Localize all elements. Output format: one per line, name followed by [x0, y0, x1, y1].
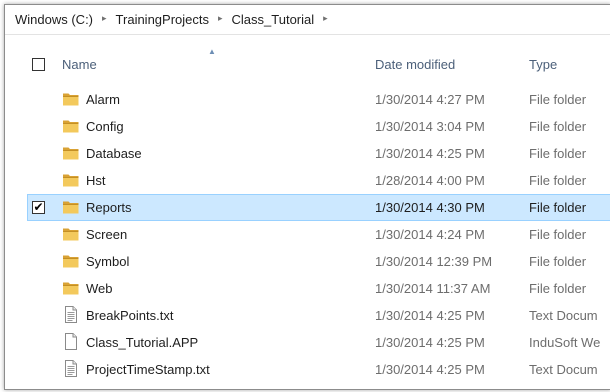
folder-icon	[62, 90, 80, 107]
file-date-modified: 1/30/2014 12:39 PM	[375, 254, 493, 269]
file-name: Class_Tutorial.APP	[86, 335, 199, 350]
file-row[interactable]: Database 1/30/2014 4:25 PM File folder	[5, 140, 610, 167]
breadcrumb-item-class-tutorial[interactable]: Class_Tutorial	[232, 12, 315, 27]
file-row[interactable]: BreakPoints.txt 1/30/2014 4:25 PM Text Doc…	[5, 302, 610, 329]
file-name: Config	[86, 119, 124, 134]
file-type: Text Docum	[529, 308, 598, 323]
file-type: Text Docum	[529, 362, 598, 377]
breadcrumb[interactable]: Windows (C:) ▸ TrainingProjects ▸ Class_…	[5, 5, 610, 35]
file-date-modified: 1/30/2014 4:25 PM	[375, 308, 485, 323]
blank-file-icon	[62, 333, 80, 350]
file-name: ProjectTimeStamp.txt	[86, 362, 210, 377]
breadcrumb-chevron-icon[interactable]: ▸	[218, 13, 223, 24]
file-row[interactable]: Web 1/30/2014 11:37 AM File folder	[5, 275, 610, 302]
breadcrumb-chevron-icon[interactable]: ▸	[102, 13, 107, 24]
file-date-modified: 1/30/2014 4:25 PM	[375, 362, 485, 377]
folder-icon	[62, 225, 80, 242]
file-date-modified: 1/30/2014 4:25 PM	[375, 146, 485, 161]
column-header-name[interactable]: Name	[62, 57, 97, 72]
file-type: File folder	[529, 92, 587, 107]
file-row[interactable]: Screen 1/30/2014 4:24 PM File folder	[5, 221, 610, 248]
file-type: File folder	[529, 146, 587, 161]
file-row[interactable]: ✔ Reports 1/30/2014 4:30 PM File folder	[27, 194, 610, 221]
folder-icon	[62, 117, 80, 134]
folder-icon	[62, 279, 80, 296]
select-all-checkbox[interactable]	[32, 58, 45, 71]
breadcrumb-chevron-icon[interactable]: ▸	[323, 13, 328, 24]
file-type: InduSoft We	[529, 335, 601, 350]
file-row[interactable]: Alarm 1/30/2014 4:27 PM File folder	[5, 86, 610, 113]
folder-icon	[62, 144, 80, 161]
file-name: BreakPoints.txt	[86, 308, 174, 323]
file-date-modified: 1/28/2014 4:00 PM	[375, 173, 485, 188]
file-type: File folder	[529, 281, 587, 296]
file-type: File folder	[529, 254, 587, 269]
file-date-modified: 1/30/2014 4:25 PM	[375, 335, 485, 350]
file-date-modified: 1/30/2014 3:04 PM	[375, 119, 485, 134]
text-document-icon	[62, 306, 80, 323]
file-name: Web	[86, 281, 113, 296]
file-name: Reports	[86, 200, 132, 215]
file-date-modified: 1/30/2014 4:24 PM	[375, 227, 485, 242]
explorer-window: Windows (C:) ▸ TrainingProjects ▸ Class_…	[4, 4, 610, 390]
file-type: File folder	[529, 173, 587, 188]
breadcrumb-item-trainingprojects[interactable]: TrainingProjects	[116, 12, 209, 27]
file-type: File folder	[529, 200, 587, 215]
file-row[interactable]: Hst 1/28/2014 4:00 PM File folder	[5, 167, 610, 194]
file-name: Database	[86, 146, 142, 161]
text-document-icon	[62, 360, 80, 377]
file-name: Alarm	[86, 92, 120, 107]
row-checkbox[interactable]: ✔	[32, 201, 45, 214]
file-name: Screen	[86, 227, 128, 242]
folder-icon	[62, 171, 80, 188]
file-list: Alarm 1/30/2014 4:27 PM File folder Config 1…	[5, 86, 610, 383]
column-header-type[interactable]: Type	[529, 57, 557, 72]
file-date-modified: 1/30/2014 11:37 AM	[375, 281, 491, 296]
column-header-date-modified[interactable]: Date modified	[375, 57, 455, 72]
file-date-modified: 1/30/2014 4:27 PM	[375, 92, 485, 107]
file-row[interactable]: Config 1/30/2014 3:04 PM File folder	[5, 113, 610, 140]
file-name: Hst	[86, 173, 106, 188]
file-row[interactable]: Symbol 1/30/2014 12:39 PM File folder	[5, 248, 610, 275]
file-name: Symbol	[86, 254, 130, 269]
folder-icon	[62, 198, 80, 215]
checkmark-icon: ✔	[33, 200, 44, 214]
sort-ascending-icon: ▲	[208, 47, 216, 56]
file-row[interactable]: ProjectTimeStamp.txt 1/30/2014 4:25 PM Tex…	[5, 356, 610, 383]
file-date-modified: 1/30/2014 4:30 PM	[375, 200, 485, 215]
column-header-row: Name ▲ Date modified Type	[5, 47, 610, 79]
breadcrumb-item-drive[interactable]: Windows (C:)	[15, 12, 93, 27]
file-type: File folder	[529, 119, 587, 134]
file-type: File folder	[529, 227, 587, 242]
file-row[interactable]: Class_Tutorial.APP 1/30/2014 4:25 PM InduS…	[5, 329, 610, 356]
folder-icon	[62, 252, 80, 269]
